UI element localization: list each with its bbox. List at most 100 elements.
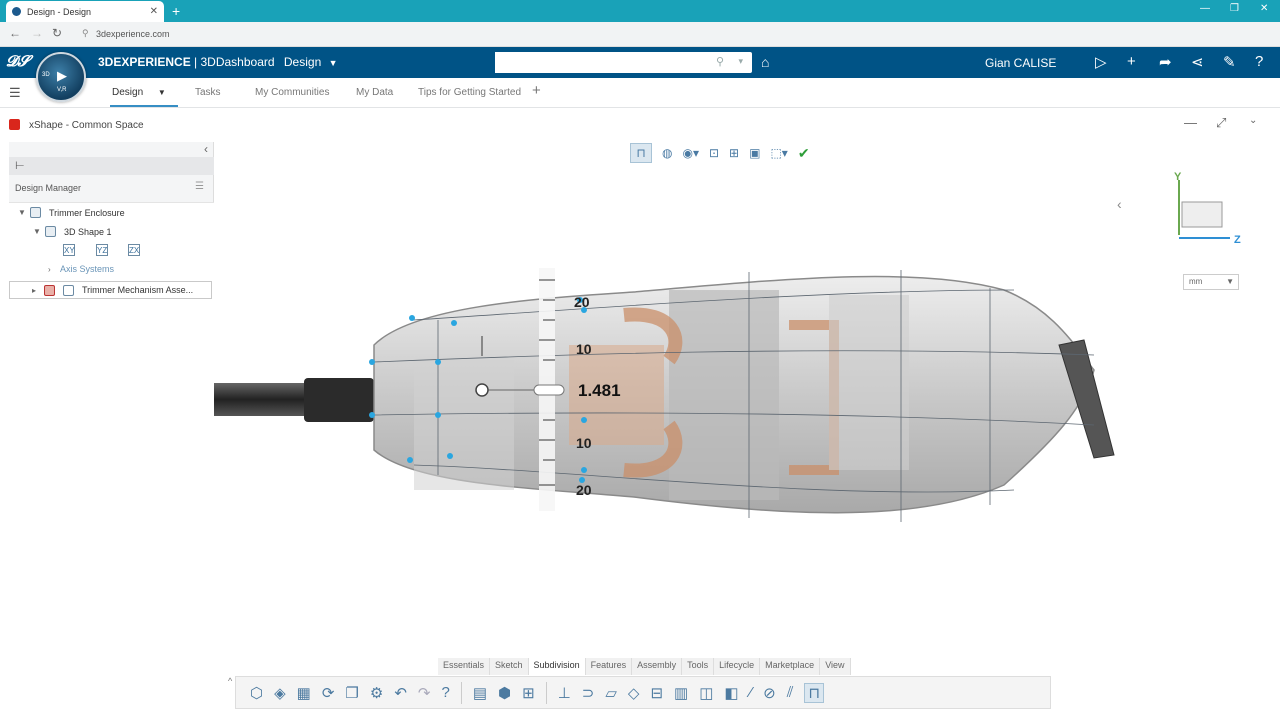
browser-tab[interactable]: Design - Design ✕: [6, 1, 164, 22]
tree-item-axis-systems[interactable]: › Axis Systems: [48, 264, 114, 274]
user-name[interactable]: Gian CALISE: [985, 56, 1056, 70]
new-tab-icon[interactable]: +: [172, 3, 180, 19]
chevron-left-icon[interactable]: ‹: [1117, 196, 1122, 212]
view-plane-icon[interactable]: ▣: [749, 146, 760, 160]
section-tab-sketch[interactable]: Sketch: [490, 658, 529, 675]
platform-title[interactable]: 3DEXPERIENCE | 3DDashboard Design ▼: [98, 55, 338, 69]
section-tab-essentials[interactable]: Essentials: [438, 658, 491, 675]
validate-check-icon[interactable]: ✔: [798, 145, 810, 162]
tab-my-communities[interactable]: My Communities: [255, 87, 329, 98]
settings-icon[interactable]: ⚙: [370, 684, 383, 702]
tree-item-trimmer-mechanism[interactable]: ▸ Trimmer Mechanism Asse...: [9, 281, 212, 299]
search-box[interactable]: ⚲ ▾: [495, 52, 752, 73]
redo-icon[interactable]: ↷: [418, 684, 431, 702]
fit-all-icon[interactable]: ⊡: [709, 146, 719, 160]
sketch-mode-icon[interactable]: ⊓: [804, 682, 825, 703]
tag-icon[interactable]: ⌂: [761, 54, 769, 70]
reload-icon[interactable]: ↻: [52, 26, 62, 40]
search-input[interactable]: [495, 52, 695, 73]
chevron-down-icon[interactable]: ▼: [158, 88, 166, 97]
xy-plane-icon[interactable]: XY: [63, 244, 75, 256]
social-share-icon[interactable]: ⋖: [1191, 53, 1204, 71]
section-tab-subdivision[interactable]: Subdivision: [528, 658, 586, 675]
widget-menu-chevron-icon[interactable]: ⌄: [1249, 115, 1257, 126]
cube-primitive-icon[interactable]: ⬢: [498, 684, 511, 702]
minimize-widget-icon[interactable]: —: [1184, 115, 1197, 130]
sphere-icon[interactable]: ⊘: [763, 684, 776, 702]
view-cube-icon[interactable]: ⬚▾: [770, 146, 787, 160]
notifications-icon[interactable]: ▷: [1095, 53, 1107, 71]
forward-icon[interactable]: →: [31, 26, 43, 40]
help-icon[interactable]: ?: [1255, 53, 1263, 70]
sweep-icon[interactable]: ⁄: [750, 684, 753, 701]
trimmer-model[interactable]: 20 10 10 20 1.481 Y Z: [214, 140, 1280, 657]
section-tab-marketplace[interactable]: Marketplace: [760, 658, 821, 675]
copy-icon[interactable]: ❐: [345, 684, 358, 702]
face-icon[interactable]: ▱: [605, 684, 617, 702]
compass-icon[interactable]: 3D ▶ V,R: [36, 52, 86, 102]
merge-icon[interactable]: ◧: [724, 684, 738, 702]
site-info-icon[interactable]: ⚲: [82, 28, 89, 39]
unit-select[interactable]: mm ▼: [1183, 274, 1239, 290]
restore-window-icon[interactable]: ❐: [1230, 3, 1239, 14]
subdivide-icon[interactable]: ⊟: [650, 684, 663, 702]
manipulator-slider[interactable]: [533, 384, 565, 396]
search-icon[interactable]: ⚲: [716, 55, 724, 68]
shading-icon[interactable]: ◍: [662, 146, 672, 160]
hamburger-menu-icon[interactable]: ☰: [9, 85, 21, 101]
manipulator-handle[interactable]: [475, 383, 489, 397]
close-tab-icon[interactable]: ✕: [150, 6, 158, 17]
expand-toggle-icon[interactable]: ▼: [18, 208, 30, 217]
mesh-icon[interactable]: ⊞: [522, 684, 535, 702]
tab-tips[interactable]: Tips for Getting Started: [418, 87, 521, 98]
add-tab-icon[interactable]: +: [532, 82, 541, 99]
add-icon[interactable]: +: [1127, 53, 1136, 70]
undo-icon[interactable]: ↶: [394, 684, 407, 702]
close-window-icon[interactable]: ✕: [1260, 3, 1268, 14]
section-tab-view[interactable]: View: [820, 658, 851, 675]
new-shape-icon[interactable]: ◈: [274, 684, 286, 702]
axis-cube[interactable]: [1181, 201, 1223, 228]
share-icon[interactable]: ➦: [1159, 53, 1172, 71]
save-icon[interactable]: ▦: [297, 684, 311, 702]
tree-item-3d-shape[interactable]: ▼ 3D Shape 1: [33, 226, 112, 237]
chevron-down-icon: ▼: [328, 58, 338, 68]
collapse-panel-icon[interactable]: ‹: [204, 142, 208, 156]
zx-plane-icon[interactable]: ZX: [128, 244, 140, 256]
section-tab-lifecycle[interactable]: Lifecycle: [714, 658, 761, 675]
grid-icon[interactable]: ▤: [473, 684, 487, 702]
maximize-widget-icon[interactable]: ⤢: [1216, 115, 1226, 131]
3d-viewport[interactable]: 20 10 10 20 1.481 Y Z: [214, 140, 1280, 657]
section-tab-features[interactable]: Features: [585, 658, 633, 675]
edge-icon[interactable]: ◇: [628, 684, 640, 702]
extrude-icon[interactable]: ⊥: [558, 684, 571, 702]
tree-view-icon[interactable]: ⊢: [15, 159, 25, 172]
sketch-mode-icon[interactable]: ⊓: [630, 143, 652, 163]
expand-toggle-icon[interactable]: ▸: [32, 286, 44, 295]
tab-my-data[interactable]: My Data: [356, 87, 393, 98]
render-mode-icon[interactable]: ◉▾: [682, 146, 699, 160]
deform-icon[interactable]: ⫽: [787, 684, 794, 701]
tab-tasks[interactable]: Tasks: [195, 87, 221, 98]
section-tab-tools[interactable]: Tools: [682, 658, 715, 675]
address-bar[interactable]: 3dexperience.com: [96, 29, 170, 39]
expand-toggle-icon[interactable]: ▼: [33, 227, 45, 236]
help-icon[interactable]: ?: [441, 684, 449, 701]
select-icon[interactable]: ⬡: [250, 684, 263, 702]
zoom-area-icon[interactable]: ⊞: [729, 146, 739, 160]
yz-plane-icon[interactable]: YZ: [96, 244, 108, 256]
tree-item-trimmer-enclosure[interactable]: ▼ Trimmer Enclosure: [18, 207, 125, 218]
panel-menu-icon[interactable]: ☰: [195, 181, 204, 192]
chevron-up-icon[interactable]: ^: [228, 676, 232, 686]
section-tab-assembly[interactable]: Assembly: [632, 658, 683, 675]
chevron-down-icon[interactable]: ▾: [738, 56, 743, 67]
symmetry-icon[interactable]: ◫: [699, 684, 713, 702]
tools-icon[interactable]: ✎: [1223, 53, 1236, 71]
bridge-icon[interactable]: ▥: [674, 684, 688, 702]
chevron-right-icon[interactable]: ›: [48, 265, 60, 274]
minimize-window-icon[interactable]: —: [1200, 3, 1210, 14]
back-icon[interactable]: ←: [9, 26, 21, 40]
tab-design[interactable]: Design ▼: [112, 87, 166, 98]
curve-icon[interactable]: ⊃: [582, 684, 595, 702]
refresh-icon[interactable]: ⟳: [322, 684, 335, 702]
